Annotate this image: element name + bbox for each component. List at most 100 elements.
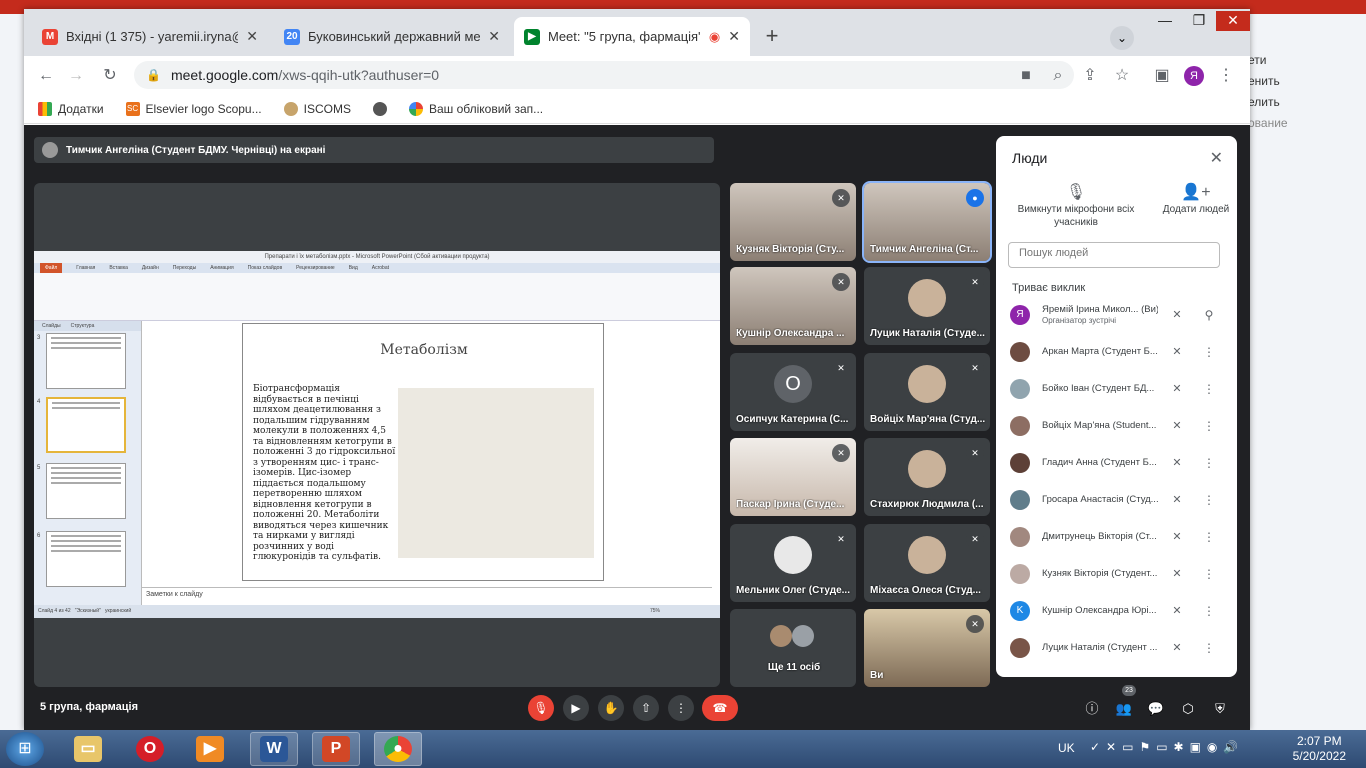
more-vert-icon[interactable]: ⋮ — [1202, 530, 1216, 544]
participant-tile[interactable]: ● Тимчик Ангеліна (Ст... — [862, 181, 992, 263]
close-icon[interactable]: ✕ — [488, 28, 500, 45]
tab-calendar[interactable]: 20 Буковинський державний меди ✕ — [274, 17, 510, 56]
list-item[interactable]: Аркан Марта (Студент Б... ✕ ⋮ — [996, 333, 1237, 370]
tab-gmail[interactable]: M Вхідні (1 375) - yaremii.iryna@bs ✕ — [32, 17, 268, 56]
activities-icon[interactable]: ⬡ — [1178, 699, 1198, 719]
list-item[interactable]: Дмитрунець Вікторія (Ст... ✕ ⋮ — [996, 518, 1237, 555]
menu-icon[interactable]: ⋮ — [1216, 66, 1236, 86]
share-icon[interactable]: ⇪ — [1080, 66, 1100, 86]
participant-tile[interactable]: ✕ Стахирюк Людмила (... — [864, 438, 990, 516]
mic-toggle-button[interactable]: 🎙 — [528, 695, 554, 721]
minimize-button[interactable]: — — [1148, 11, 1182, 31]
participant-tile[interactable]: ✕ Кузняк Вікторія (Сту... — [730, 183, 856, 261]
present-button[interactable]: ⇧ — [633, 695, 659, 721]
chat-icon[interactable]: 💬 — [1146, 699, 1166, 719]
avatar — [770, 625, 792, 647]
more-vert-icon[interactable]: ⋮ — [1202, 641, 1216, 655]
mic-off-icon[interactable]: ✕ — [1170, 567, 1184, 580]
tray-icons[interactable]: ✓✕▭⚑▭✱▣◉🔊 — [1090, 740, 1244, 754]
new-tab-button[interactable]: + — [760, 25, 784, 49]
forward-icon[interactable]: → — [66, 66, 86, 86]
search-input[interactable]: Пошук людей — [1008, 242, 1220, 268]
people-icon[interactable]: 👥 — [1114, 699, 1134, 719]
chrome-icon: ● — [384, 736, 412, 762]
close-window-button[interactable]: ✕ — [1216, 11, 1250, 31]
more-vert-icon[interactable]: ⋮ — [1202, 419, 1216, 433]
more-options-button[interactable]: ⋮ — [668, 695, 694, 721]
mic-off-icon[interactable]: ✕ — [1170, 604, 1184, 617]
system-tray: UK ✓✕▭⚑▭✱▣◉🔊 2:07 PM 5/20/2022 — [1050, 730, 1366, 768]
add-people-button[interactable]: 👤+ Додати людей — [1136, 185, 1237, 216]
bookmark-scopus[interactable]: SC Elsevier logo Scopu... — [125, 101, 262, 116]
taskbar-media-player[interactable]: ▶ — [186, 732, 234, 766]
list-item[interactable]: Я Яремій Ірина Микол... (Ви) Організатор з… — [996, 296, 1237, 333]
bookmark-apps[interactable]: Додатки — [38, 101, 104, 116]
participant-tile[interactable]: ✕ Міхаєса Олеся (Студ... — [864, 524, 990, 602]
participant-tile[interactable]: О ✕ Осипчук Катерина (С... — [730, 353, 856, 431]
avatar — [1010, 378, 1030, 399]
participant-tile[interactable]: ✕ Луцик Наталія (Студе... — [864, 267, 990, 345]
profile-avatar[interactable]: Я — [1184, 66, 1204, 86]
mic-off-icon[interactable]: ✕ — [1170, 493, 1184, 506]
host-controls-icon[interactable]: ⛨ — [1210, 699, 1230, 719]
address-bar[interactable]: 🔒 meet.google.com/xws-qqih-utk?authuser=… — [134, 61, 1074, 89]
participant-tile[interactable]: ✕ Кушнір Олександра ... — [730, 267, 856, 345]
taskbar-explorer[interactable]: ▭ — [64, 732, 112, 766]
list-item[interactable]: Гладич Анна (Студент Б... ✕ ⋮ — [996, 444, 1237, 481]
pin-icon[interactable]: ⚲ — [1202, 308, 1216, 322]
close-icon[interactable]: ✕ — [246, 28, 258, 45]
list-item[interactable]: Луцик Наталія (Студент ... ✕ ⋮ — [996, 629, 1237, 666]
mic-off-icon[interactable]: ✕ — [1170, 345, 1184, 358]
bookmark-globe[interactable] — [372, 101, 387, 116]
list-item[interactable]: Кузняк Вікторія (Студент... ✕ ⋮ — [996, 555, 1237, 592]
maximize-button[interactable]: ❐ — [1182, 11, 1216, 31]
list-item[interactable]: Гросара Анастасія (Студ... ✕ ⋮ — [996, 481, 1237, 518]
more-vert-icon[interactable]: ⋮ — [1202, 493, 1216, 507]
shared-screen[interactable]: Препарати і їх метаболізм.pptx - Microso… — [34, 183, 720, 687]
mute-all-button[interactable]: 🎙 Вимкнути мікрофони всіх учасників — [1016, 185, 1136, 229]
tab-meet[interactable]: ▶ Meet: "5 група, фармація" ◉ ✕ — [514, 17, 750, 56]
start-button[interactable]: ⊞ — [6, 732, 44, 766]
reload-icon[interactable]: ↻ — [100, 66, 120, 86]
self-tile[interactable]: ✕ Ви — [864, 609, 990, 687]
list-item[interactable]: Войціх Мар'яна (Student... ✕ ⋮ — [996, 407, 1237, 444]
language-indicator[interactable]: UK — [1058, 741, 1075, 755]
mic-off-icon[interactable]: ✕ — [1170, 419, 1184, 432]
taskbar-word[interactable]: W — [250, 732, 298, 766]
participant-tile[interactable]: ✕ Паскар Ірина (Студе... — [730, 438, 856, 516]
raise-hand-button[interactable]: ✋ — [598, 695, 624, 721]
taskbar-powerpoint[interactable]: P — [312, 732, 360, 766]
back-icon[interactable]: ← — [36, 66, 56, 86]
clock[interactable]: 2:07 PM 5/20/2022 — [1293, 734, 1346, 764]
list-item[interactable]: Бойко Іван (Студент БД... ✕ ⋮ — [996, 370, 1237, 407]
taskbar-chrome[interactable]: ● — [374, 732, 422, 766]
more-vert-icon[interactable]: ⋮ — [1202, 567, 1216, 581]
zoom-icon[interactable]: ⌕ — [1048, 66, 1068, 86]
more-vert-icon[interactable]: ⋮ — [1202, 345, 1216, 359]
camera-icon[interactable]: ■ — [1016, 66, 1036, 86]
more-vert-icon[interactable]: ⋮ — [1202, 604, 1216, 618]
mic-off-icon[interactable]: ✕ — [1170, 308, 1184, 321]
tab-search-button[interactable]: ⌄ — [1110, 26, 1134, 50]
side-panel-icon[interactable]: ▣ — [1152, 66, 1172, 86]
more-participants-tile[interactable]: Ще 11 осіб — [730, 609, 856, 687]
bookmark-star-icon[interactable]: ☆ — [1112, 66, 1132, 86]
participant-tile[interactable]: ✕ Мельник Олег (Студе... — [730, 524, 856, 602]
close-icon[interactable]: ✕ — [728, 28, 740, 45]
bookmark-google-account[interactable]: Ваш обліковий зап... — [408, 101, 543, 116]
list-item[interactable]: K Кушнір Олександра Юрі... ✕ ⋮ — [996, 592, 1237, 629]
more-vert-icon[interactable]: ⋮ — [1202, 456, 1216, 470]
mic-off-icon[interactable]: ✕ — [1170, 530, 1184, 543]
bookmark-iscoms[interactable]: ISCOMS — [283, 101, 351, 116]
more-vert-icon[interactable]: ⋮ — [1202, 382, 1216, 396]
meeting-name: 5 група, фармація — [40, 701, 138, 713]
info-icon[interactable]: ⓘ — [1082, 699, 1102, 719]
mic-off-icon[interactable]: ✕ — [1170, 641, 1184, 654]
leave-call-button[interactable]: ☎ — [702, 695, 738, 721]
taskbar-opera[interactable]: O — [126, 732, 174, 766]
mic-off-icon[interactable]: ✕ — [1170, 456, 1184, 469]
mic-off-icon[interactable]: ✕ — [1170, 382, 1184, 395]
camera-toggle-button[interactable]: ▶ — [563, 695, 589, 721]
close-icon[interactable]: ✕ — [1210, 148, 1223, 168]
participant-tile[interactable]: ✕ Войціх Мар'яна (Студ... — [864, 353, 990, 431]
